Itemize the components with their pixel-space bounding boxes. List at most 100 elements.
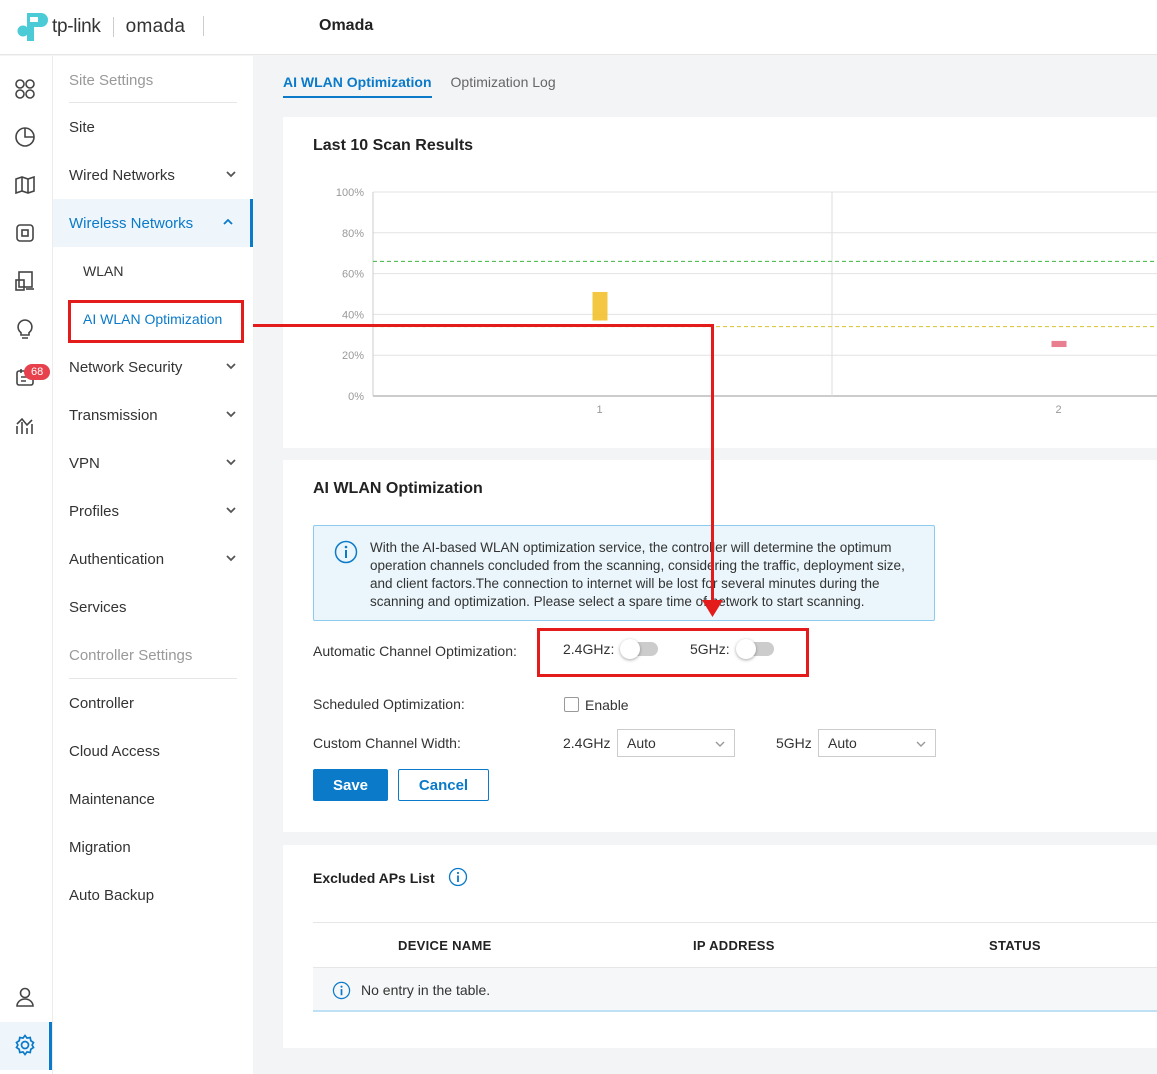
width-5-value: Auto: [828, 735, 857, 751]
scheduled-label: Scheduled Optimization:: [313, 696, 465, 712]
enable-label: Enable: [585, 697, 629, 713]
table-empty-row: No entry in the table.: [313, 968, 1157, 1012]
insights-icon[interactable]: [12, 316, 38, 342]
logo[interactable]: tp-link omada: [16, 10, 185, 44]
tab-optimization-log[interactable]: Optimization Log: [451, 74, 556, 98]
brand-name: tp-link: [52, 16, 101, 37]
optimization-title: AI WLAN Optimization: [313, 480, 483, 497]
table-header: DEVICE NAME IP ADDRESS STATUS: [313, 922, 1157, 968]
dashboard-icon[interactable]: [12, 76, 38, 102]
logo-divider: [112, 17, 114, 37]
y-tick-label: 60%: [342, 269, 364, 281]
width-24-label: 2.4GHz: [563, 735, 611, 751]
sidebar-item-label: Profiles: [69, 502, 120, 520]
chevron-down-icon: [226, 555, 236, 562]
map-icon[interactable]: [12, 172, 38, 198]
sidebar-item-vpn[interactable]: VPN: [53, 439, 253, 487]
info-icon[interactable]: [448, 867, 468, 887]
annotation-arrowhead-icon: [702, 600, 723, 617]
info-icon: [332, 981, 351, 1000]
info-icon: [334, 540, 358, 564]
page-tabs: AI WLAN Optimization Optimization Log: [283, 74, 575, 98]
sidebar-item-label: Network Security: [69, 358, 183, 376]
tp-link-logo-icon: [16, 10, 48, 44]
sidebar-item-profiles[interactable]: Profiles: [53, 487, 253, 535]
chevron-down-icon: [226, 411, 236, 418]
scan-bar: [1051, 340, 1067, 348]
excluded-title: Excluded APs List: [313, 870, 435, 886]
statistics-icon[interactable]: [12, 124, 38, 150]
annotation-arrow-line: [253, 324, 714, 327]
y-tick-label: 0%: [348, 391, 364, 403]
empty-table-text: No entry in the table.: [361, 982, 491, 998]
y-tick-label: 20%: [342, 350, 364, 362]
reports-icon[interactable]: [12, 412, 38, 438]
scan-results-card: Last 10 Scan Results 100% 80% 60% 40% 20% 0% 1…: [283, 117, 1157, 448]
column-status[interactable]: STATUS: [989, 938, 1041, 953]
sidebar-item-wireless-networks[interactable]: Wireless Networks: [53, 199, 253, 247]
sidebar-item-migration[interactable]: Migration: [53, 823, 253, 871]
icon-rail: 68: [0, 56, 53, 1074]
notification-badge: 68: [24, 364, 51, 380]
sidebar-item-controller[interactable]: Controller: [53, 679, 253, 727]
settings-icon[interactable]: [12, 1032, 38, 1058]
account-icon[interactable]: [12, 984, 38, 1010]
tab-ai-wlan-optimization[interactable]: AI WLAN Optimization: [283, 74, 432, 98]
sidebar-item-cloud-access[interactable]: Cloud Access: [53, 727, 253, 775]
sidebar-item-label: Authentication: [69, 550, 165, 568]
chevron-down-icon: [226, 171, 236, 178]
y-tick-label: 100%: [336, 187, 364, 199]
scan-bar: [592, 291, 608, 321]
x-tick-label: 2: [1055, 404, 1061, 416]
site-settings-heading: Site Settings: [69, 71, 154, 89]
sidebar-item-label: Wireless Networks: [69, 214, 194, 232]
y-tick-label: 40%: [342, 309, 364, 321]
sidebar-item-wlan[interactable]: WLAN: [53, 247, 253, 295]
annotation-arrow-line: [711, 324, 714, 607]
chevron-down-icon: [226, 363, 236, 370]
chevron-down-icon: [715, 741, 725, 747]
sidebar-item-site[interactable]: Site: [53, 103, 253, 151]
controller-settings-heading: Controller Settings: [69, 646, 193, 664]
save-button[interactable]: Save: [313, 769, 388, 801]
width-5-select[interactable]: Auto: [818, 729, 936, 757]
scan-results-chart: 100% 80% 60% 40% 20% 0% 1 2: [336, 187, 1157, 416]
auto-channel-label: Automatic Channel Optimization:: [313, 643, 517, 659]
width-5-label: 5GHz: [776, 735, 812, 751]
header-divider: [203, 16, 204, 36]
cancel-button[interactable]: Cancel: [398, 769, 489, 801]
x-tick-label: 1: [596, 404, 602, 416]
devices-icon[interactable]: [12, 220, 38, 246]
top-header: tp-link omada Omada: [0, 0, 1157, 55]
annotation-box-toggles: [537, 628, 809, 677]
width-24-select[interactable]: Auto: [617, 729, 735, 757]
chevron-down-icon: [916, 741, 926, 747]
sidebar-item-wired-networks[interactable]: Wired Networks: [53, 151, 253, 199]
chevron-up-icon: [223, 218, 233, 225]
sidebar-item-transmission[interactable]: Transmission: [53, 391, 253, 439]
sidebar-item-services[interactable]: Services: [53, 583, 253, 631]
y-tick-label: 80%: [342, 228, 364, 240]
sidebar-item-network-security[interactable]: Network Security: [53, 343, 253, 391]
column-ip-address[interactable]: IP ADDRESS: [693, 938, 775, 953]
sidebar-item-label: Transmission: [69, 406, 158, 424]
chevron-down-icon: [226, 459, 236, 466]
info-notice: With the AI-based WLAN optimization serv…: [313, 525, 935, 621]
excluded-aps-card: Excluded APs List DEVICE NAME IP ADDRESS…: [283, 845, 1157, 1048]
clients-icon[interactable]: [12, 268, 38, 294]
settings-sidebar: Site Settings Site Wired Networks Wirele…: [53, 56, 253, 1074]
info-text: With the AI-based WLAN optimization serv…: [370, 540, 905, 609]
sidebar-item-auto-backup[interactable]: Auto Backup: [53, 871, 253, 919]
sidebar-item-label: Wired Networks: [69, 166, 175, 184]
annotation-box-sidebar: [68, 300, 244, 343]
width-24-value: Auto: [627, 735, 656, 751]
product-name: omada: [125, 16, 186, 37]
channel-width-label: Custom Channel Width:: [313, 735, 461, 751]
sidebar-item-label: VPN: [69, 454, 100, 472]
sidebar-item-maintenance[interactable]: Maintenance: [53, 775, 253, 823]
column-device-name[interactable]: DEVICE NAME: [398, 938, 492, 953]
enable-checkbox[interactable]: [564, 697, 579, 712]
sidebar-item-authentication[interactable]: Authentication: [53, 535, 253, 583]
site-name[interactable]: Omada: [319, 17, 373, 35]
chevron-down-icon: [226, 507, 236, 514]
